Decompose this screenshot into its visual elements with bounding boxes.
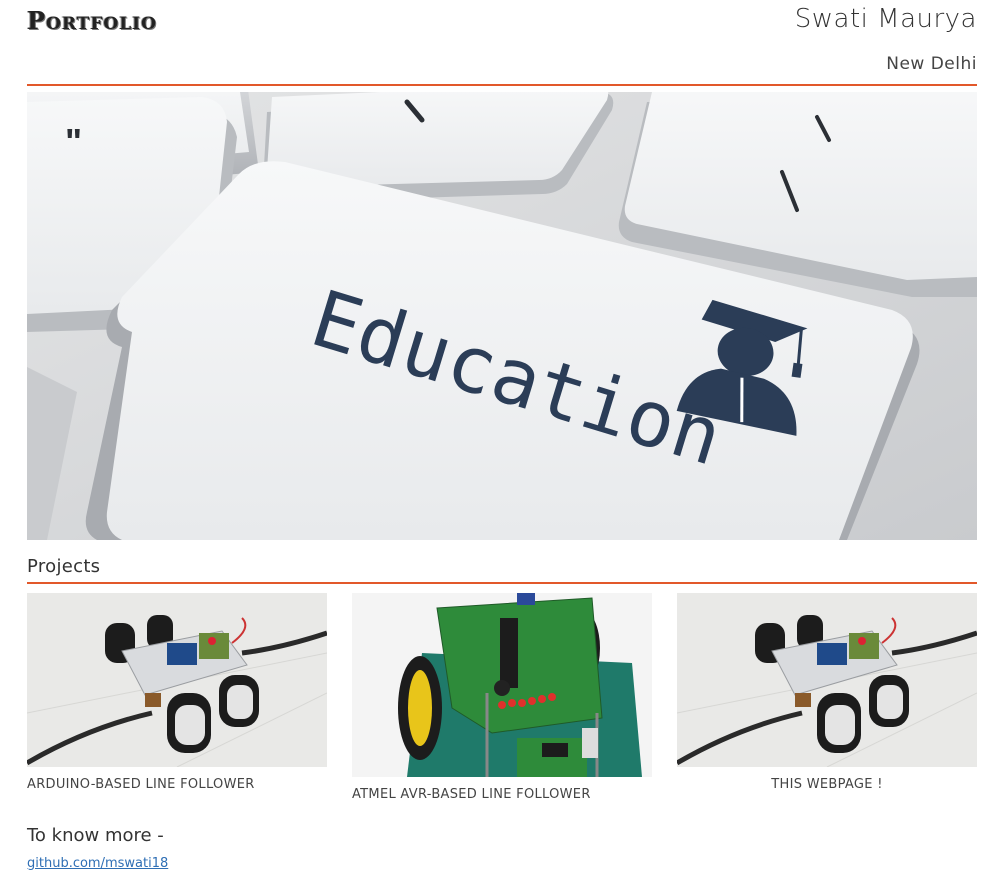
- project-caption: Arduino-based line follower: [27, 777, 255, 792]
- projects-section-heading: Projects: [27, 556, 977, 584]
- hero-image: " Education: [27, 92, 977, 540]
- project-card-webpage[interactable]: This webpage !: [677, 593, 977, 792]
- know-more-text: To know more -: [27, 825, 164, 846]
- brand-title: Portfolio: [27, 6, 157, 35]
- project-caption: This webpage !: [771, 777, 883, 792]
- owner-name: Swati Maurya: [794, 4, 977, 34]
- owner-location: New Delhi: [886, 54, 977, 74]
- svg-text:": ": [65, 121, 82, 162]
- project-card-arduino[interactable]: Arduino-based line follower: [27, 593, 327, 792]
- projects-heading-text: Projects: [27, 556, 101, 577]
- project-thumbnail-robot-car[interactable]: [27, 593, 327, 767]
- project-thumbnail-avr-board[interactable]: [352, 593, 652, 777]
- project-caption: Atmel AVR-based line follower: [352, 787, 591, 802]
- project-thumbnail-robot-car[interactable]: [677, 593, 977, 767]
- project-card-avr[interactable]: Atmel AVR-based line follower: [352, 593, 652, 802]
- page-header: Portfolio Swati Maurya New Delhi: [27, 0, 977, 86]
- github-link[interactable]: github.com/mswati18: [27, 856, 168, 871]
